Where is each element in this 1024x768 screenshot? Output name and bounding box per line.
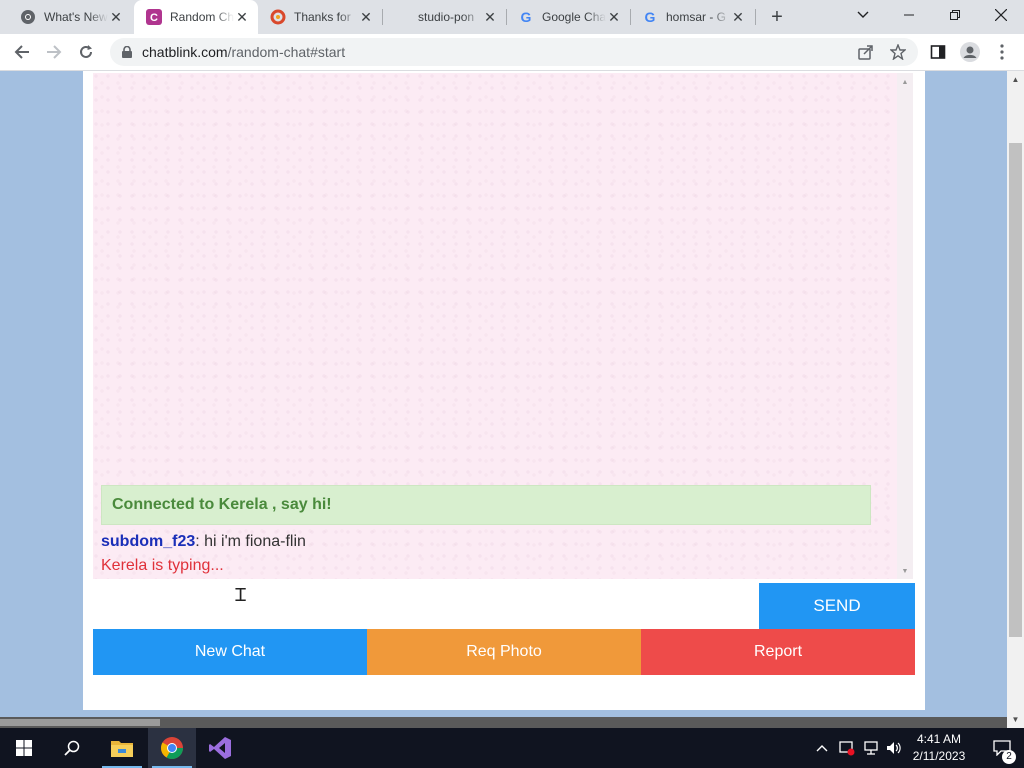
bookmark-star-icon[interactable]: [886, 40, 910, 64]
close-icon[interactable]: ✕: [730, 9, 746, 25]
scroll-down-arrow-icon[interactable]: ▼: [897, 568, 913, 575]
close-icon[interactable]: ✕: [108, 9, 124, 25]
swirl-icon: [270, 9, 286, 25]
report-button[interactable]: Report: [641, 629, 915, 675]
volume-icon[interactable]: [884, 728, 904, 768]
tab-title: studio-pon: [418, 10, 475, 24]
visual-studio-icon[interactable]: [196, 728, 244, 768]
back-arrow-icon[interactable]: [10, 40, 34, 64]
tab-title: Thanks for: [294, 10, 351, 24]
tab-title: homsar - G: [666, 10, 727, 24]
page-scroll-thumb[interactable]: [1009, 143, 1022, 637]
tab-thanks[interactable]: Thanks for ✕: [258, 0, 382, 34]
new-tab-button[interactable]: +: [766, 6, 788, 28]
page-scrollbar[interactable]: ▲ ▼: [1007, 71, 1024, 728]
scroll-up-arrow-icon[interactable]: ▲: [897, 79, 913, 86]
tab-title: Google Chat: [542, 10, 606, 24]
windows-taskbar: 4:41 AM 2/11/2023 2: [0, 728, 1024, 768]
lock-icon[interactable]: [120, 45, 134, 59]
side-panel-icon[interactable]: [926, 40, 950, 64]
chat-scrollbar[interactable]: ▲ ▼: [897, 73, 913, 579]
browser-toolbar: chatblink.com/random-chat#start: [0, 34, 1024, 71]
svg-text:C: C: [150, 12, 158, 24]
page-viewport: Connected to Kerela , say hi! subdom_f23…: [0, 71, 1024, 728]
tab-title: What's New: [44, 10, 108, 24]
forward-arrow-icon[interactable]: [42, 40, 66, 64]
menu-kebab-icon[interactable]: [990, 40, 1014, 64]
chat-log[interactable]: Connected to Kerela , say hi! subdom_f23…: [93, 73, 913, 579]
notification-center-icon[interactable]: 2: [980, 728, 1024, 768]
url-host: chatblink.com: [142, 44, 228, 60]
tray-chevron-up-icon[interactable]: [812, 728, 832, 768]
message-sender: subdom_f23: [101, 533, 196, 550]
tab-title: Random Chat: [170, 10, 234, 24]
url-text[interactable]: chatblink.com/random-chat#start: [142, 44, 345, 60]
windows-start-icon[interactable]: [0, 728, 48, 768]
typing-indicator: Kerela is typing...: [101, 557, 224, 574]
notification-count-badge: 2: [1002, 750, 1016, 764]
tab-studio[interactable]: studio-pon ✕: [382, 0, 506, 34]
svg-text:G: G: [521, 9, 532, 25]
google-icon: G: [642, 9, 658, 25]
blank-icon: [394, 9, 410, 25]
tab-strip: What's New ✕ C Random Chat ✕ Thanks for …: [0, 0, 1024, 34]
tab-whats-new[interactable]: What's New ✕: [8, 0, 132, 34]
text-cursor-icon: Ꮖ: [235, 585, 247, 606]
tab-random-chat[interactable]: C Random Chat ✕: [134, 0, 258, 34]
url-path: /random-chat#start: [227, 44, 346, 60]
google-icon: G: [518, 9, 534, 25]
minimize-icon[interactable]: [886, 0, 932, 30]
message-text: hi i'm fiona-flin: [199, 533, 306, 550]
close-icon[interactable]: ✕: [606, 9, 622, 25]
address-bar[interactable]: chatblink.com/random-chat#start: [110, 38, 918, 66]
reload-icon[interactable]: [74, 40, 98, 64]
chat-panel: Connected to Kerela , say hi! subdom_f23…: [83, 71, 925, 710]
scroll-down-arrow-icon[interactable]: ▼: [1007, 711, 1024, 728]
close-icon[interactable]: ✕: [482, 9, 498, 25]
profile-avatar-icon[interactable]: [958, 40, 982, 64]
new-chat-button[interactable]: New Chat: [93, 629, 367, 675]
restore-icon[interactable]: [932, 0, 978, 30]
tab-homsar[interactable]: G homsar - G ✕: [630, 0, 754, 34]
clock-date: 2/11/2023: [912, 749, 966, 763]
clock-time: 4:41 AM: [916, 732, 962, 746]
close-icon[interactable]: ✕: [234, 9, 250, 25]
tab-google-chat[interactable]: G Google Chat ✕: [506, 0, 630, 34]
network-icon[interactable]: [860, 728, 882, 768]
connection-status: Connected to Kerela , say hi!: [101, 485, 871, 525]
tab-divider: [755, 9, 756, 25]
close-window-icon[interactable]: [978, 0, 1024, 30]
file-explorer-icon[interactable]: [98, 728, 146, 768]
chrome-icon: [20, 9, 36, 25]
horizontal-scrollbar[interactable]: [0, 717, 1007, 728]
message-input[interactable]: [93, 581, 759, 627]
scroll-up-arrow-icon[interactable]: ▲: [1007, 71, 1024, 88]
send-button[interactable]: SEND: [759, 583, 915, 629]
action-bar: New Chat Req Photo Report: [93, 629, 915, 675]
search-icon[interactable]: [48, 728, 96, 768]
horizontal-scroll-thumb[interactable]: [0, 719, 160, 726]
close-icon[interactable]: ✕: [358, 9, 374, 25]
request-photo-button[interactable]: Req Photo: [367, 629, 641, 675]
tab-search-icon[interactable]: [840, 0, 886, 30]
chat-message: subdom_f23: hi i'm fiona-flin: [101, 533, 306, 551]
chrome-taskbar-icon[interactable]: [148, 728, 196, 768]
taskbar-clock[interactable]: 4:41 AM 2/11/2023: [902, 731, 976, 765]
svg-text:G: G: [645, 9, 656, 25]
security-alert-icon[interactable]: [836, 728, 858, 768]
share-icon[interactable]: [854, 40, 878, 64]
chatblink-icon: C: [146, 9, 162, 25]
